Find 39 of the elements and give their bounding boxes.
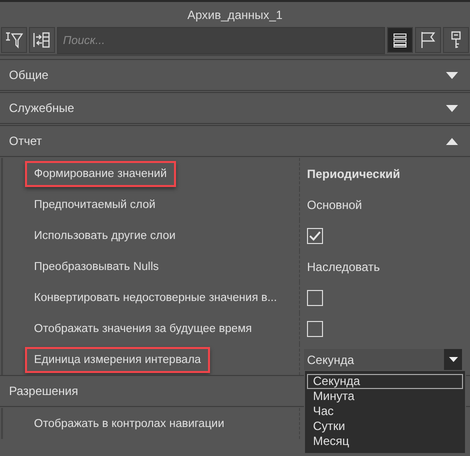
property-value: Периодический <box>306 166 400 180</box>
filter-icon <box>5 31 23 49</box>
collapse-arrow-icon <box>446 138 458 144</box>
dropdown[interactable]: Секунда <box>304 348 462 370</box>
dropdown-option[interactable]: Минута <box>307 389 463 404</box>
search-field[interactable]: Поиск... <box>58 28 384 53</box>
section-header[interactable]: Отчет <box>0 125 470 157</box>
property-value: Наследовать <box>306 260 380 274</box>
dropdown-option[interactable]: Час <box>307 404 463 419</box>
dropdown-option[interactable]: Сутки <box>307 419 463 434</box>
dropdown-arrow-icon <box>448 357 458 362</box>
expand-arrow-icon <box>446 104 458 112</box>
view-button[interactable] <box>415 27 441 53</box>
dropdown-option[interactable]: Секунда <box>307 374 463 389</box>
property-label: Единица измерения интервала <box>25 346 210 372</box>
checkbox[interactable] <box>307 320 323 336</box>
property-label: Преобразовывать Nulls <box>33 260 160 274</box>
dropdown-option[interactable]: Месяц <box>307 434 463 449</box>
window-title: Архив_данных_1 <box>186 6 284 24</box>
expand-arrow-icon <box>446 72 458 78</box>
section-header[interactable]: Общие <box>0 59 470 91</box>
property-value: Основной <box>306 198 362 212</box>
section-header[interactable]: Служебные <box>0 92 470 124</box>
property-label: Предпочитаемый слой <box>33 198 156 212</box>
arrows-list-icon <box>33 31 51 49</box>
key-icon <box>450 31 462 49</box>
checkbox[interactable] <box>307 290 323 306</box>
view-button[interactable] <box>443 27 469 53</box>
checkbox[interactable] <box>307 228 323 244</box>
property-label: Формирование значений <box>25 160 176 186</box>
property-label: Отображать значения за будущее время <box>33 322 253 336</box>
sort-filter-button[interactable] <box>1 27 27 53</box>
flag-icon <box>420 31 436 49</box>
property-label: Использовать другие слои <box>33 228 177 244</box>
view-button[interactable] <box>387 27 413 53</box>
property-label: Отображать в контролах навигации <box>33 416 226 432</box>
list-icon <box>392 32 408 48</box>
property-label: Конвертировать недостоверные значения в... <box>33 290 278 306</box>
transfer-button[interactable] <box>29 27 55 53</box>
